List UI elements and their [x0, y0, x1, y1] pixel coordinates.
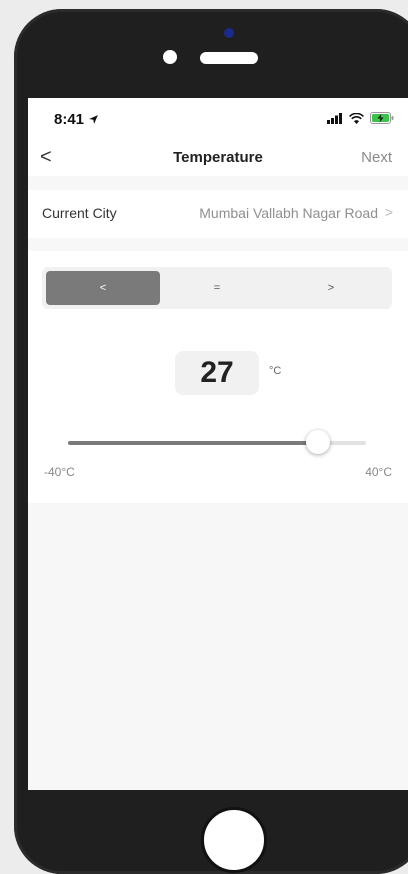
less-than-option[interactable]: <: [46, 271, 160, 305]
earpiece-speaker: [200, 52, 258, 64]
status-time: 8:41: [54, 111, 99, 128]
location-arrow-icon: [89, 115, 99, 124]
slider-fill: [68, 441, 319, 445]
slider-thumb[interactable]: [306, 430, 331, 454]
front-camera: [224, 28, 234, 38]
proximity-sensor: [163, 50, 177, 64]
current-city-value: Mumbai Vallabh Nagar Road: [199, 205, 378, 221]
time-text: 8:41: [54, 111, 85, 128]
page-title: Temperature: [173, 149, 263, 166]
equal-option[interactable]: =: [160, 271, 274, 305]
next-button[interactable]: Next: [361, 149, 392, 166]
condition-segmented-control: < = >: [42, 267, 392, 309]
slider-max-label: 40°C: [365, 465, 392, 479]
home-button[interactable]: [201, 807, 267, 873]
temperature-value: 27: [175, 351, 259, 395]
app-screen: 8:41 < Temperature Next Current City Mum…: [28, 98, 408, 790]
slider-min-label: -40°C: [44, 465, 75, 479]
temperature-panel: < = > 27 °C -40°C 40°C: [28, 251, 408, 503]
temperature-unit: °C: [269, 365, 282, 377]
wifi-icon: [349, 112, 364, 124]
temperature-slider[interactable]: [68, 430, 366, 454]
chevron-right-icon: >: [384, 204, 393, 220]
current-city-label: Current City: [42, 205, 117, 221]
current-city-row[interactable]: Current City Mumbai Vallabh Nagar Road >: [28, 190, 408, 238]
signal-icon: [327, 112, 342, 124]
greater-than-option[interactable]: >: [274, 271, 388, 305]
navigation-bar: < Temperature Next: [28, 140, 408, 176]
battery-charging-icon: [370, 112, 394, 124]
status-bar: 8:41: [28, 98, 408, 140]
